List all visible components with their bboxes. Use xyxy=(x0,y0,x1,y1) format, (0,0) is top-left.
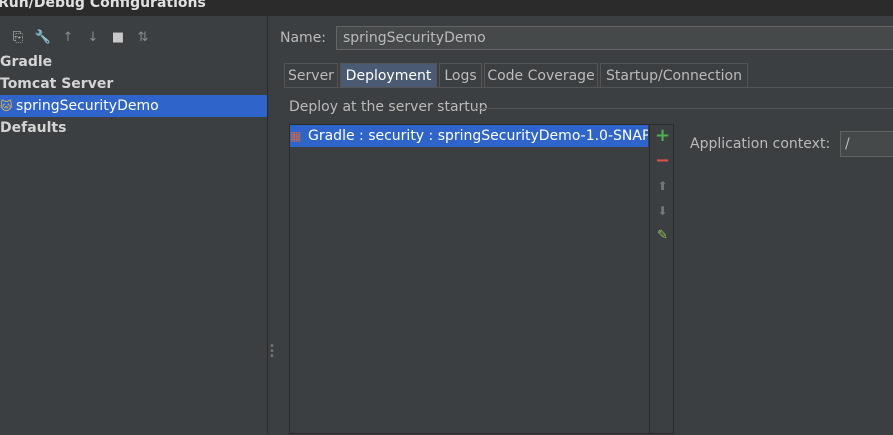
wrench-icon[interactable]: 🔧 xyxy=(34,28,52,46)
tree-node-label: springSecurityDemo xyxy=(16,98,159,114)
application-context-field[interactable]: / xyxy=(840,131,893,157)
config-tabs: Server Deployment Logs Code Coverage Sta… xyxy=(284,63,893,88)
tab-server[interactable]: Server xyxy=(284,63,338,87)
deployment-artifact-item[interactable]: ▦ Gradle : security : springSecurityDemo-… xyxy=(290,125,648,147)
deployment-items: ▦ Gradle : security : springSecurityDemo-… xyxy=(290,125,648,435)
add-icon[interactable]: + xyxy=(650,126,675,146)
remove-icon[interactable]: − xyxy=(650,151,675,171)
copy-icon[interactable]: ⎘ xyxy=(9,28,27,46)
deployment-side-toolbar: + − ⬆ ⬇ ✎ xyxy=(649,125,675,433)
tree-node-gradle[interactable]: Gradle xyxy=(0,51,267,73)
window-titlebar: Run/Debug Configurations xyxy=(0,0,893,16)
move-down-icon[interactable]: ⬇ xyxy=(650,201,675,221)
tab-startup-connection[interactable]: Startup/Connection xyxy=(600,63,748,87)
tree-node-label: Tomcat Server xyxy=(0,76,114,92)
artifact-icon: ▦ xyxy=(290,129,302,143)
edit-pencil-icon[interactable]: ✎ xyxy=(650,226,675,246)
deploy-group-title: Deploy at the server startup xyxy=(289,99,488,115)
name-label: Name: xyxy=(280,30,327,46)
tree-node-defaults[interactable]: Defaults xyxy=(0,117,267,139)
sort-icon[interactable]: ⇅ xyxy=(134,28,152,46)
tomcat-icon: 🐱 xyxy=(0,99,13,113)
application-context-label: Application context: xyxy=(690,136,831,152)
name-field[interactable]: springSecurityDemo xyxy=(336,26,893,50)
tree-node-label: Defaults xyxy=(0,120,67,136)
window-title: Run/Debug Configurations xyxy=(0,0,206,11)
tree-node-spring-security-demo[interactable]: 🐱 springSecurityDemo xyxy=(0,95,267,117)
tree-toolbar: ⎘ 🔧 ↑ ↓ ■ ⇅ xyxy=(0,26,267,50)
arrow-up-icon[interactable]: ↑ xyxy=(59,28,77,46)
group-divider xyxy=(474,108,893,109)
tab-logs[interactable]: Logs xyxy=(439,63,482,87)
deployment-list: ▦ Gradle : security : springSecurityDemo-… xyxy=(289,124,674,434)
config-tree: Gradle Tomcat Server 🐱 springSecurityDemo… xyxy=(0,51,267,139)
arrow-down-icon[interactable]: ↓ xyxy=(84,28,102,46)
tab-code-coverage[interactable]: Code Coverage xyxy=(484,63,598,87)
config-details-pane: Name: springSecurityDemo Server Deployme… xyxy=(268,16,893,434)
folder-icon[interactable]: ■ xyxy=(109,28,127,46)
tree-node-label: Gradle xyxy=(0,54,53,70)
config-tree-pane: ⎘ 🔧 ↑ ↓ ■ ⇅ Gradle Tomcat Server 🐱 spring… xyxy=(0,16,267,434)
deployment-artifact-label: Gradle : security : springSecurityDemo-1… xyxy=(308,128,648,144)
move-up-icon[interactable]: ⬆ xyxy=(650,176,675,196)
tab-deployment[interactable]: Deployment xyxy=(340,63,437,87)
tree-node-tomcat-server[interactable]: Tomcat Server xyxy=(0,73,267,95)
